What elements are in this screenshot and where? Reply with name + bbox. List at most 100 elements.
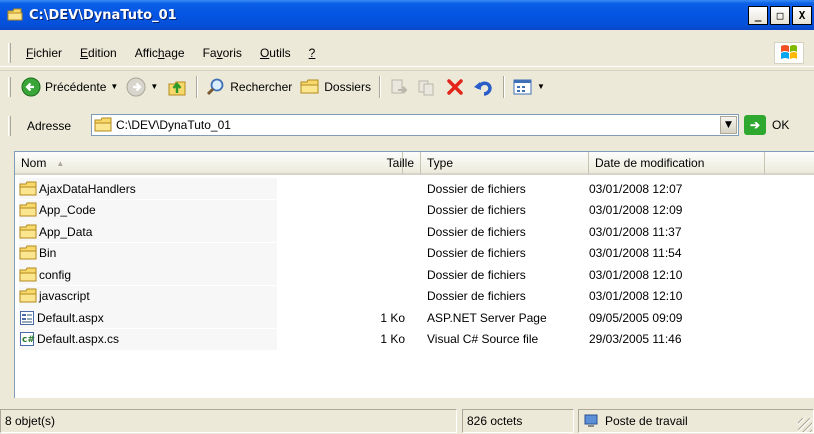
- column-date[interactable]: Date de modification: [589, 152, 765, 174]
- search-label: Rechercher: [230, 79, 293, 94]
- table-row[interactable]: config Dossier de fichiers 03/01/2008 12:1…: [15, 264, 814, 285]
- folders-icon: [300, 79, 319, 93]
- file-name: AjaxDataHandlers: [39, 181, 136, 196]
- menu-affichage[interactable]: Affichage: [126, 46, 194, 60]
- menu-help[interactable]: ?: [300, 46, 325, 60]
- undo-icon: [473, 81, 492, 96]
- copy-to-icon: [418, 80, 434, 95]
- column-size[interactable]: Taille: [353, 152, 421, 174]
- column-type[interactable]: Type: [421, 152, 589, 174]
- table-row[interactable]: AjaxDataHandlers Dossier de fichiers 03/01…: [15, 178, 814, 199]
- file-name-cell[interactable]: App_Code: [19, 199, 277, 221]
- maximize-button[interactable]: □: [770, 6, 790, 25]
- file-name-cell[interactable]: Bin: [19, 242, 277, 264]
- delete-button[interactable]: [441, 74, 469, 100]
- file-size: [277, 243, 411, 264]
- up-folder-button[interactable]: [162, 74, 192, 100]
- file-size: 1 Ko: [380, 332, 405, 346]
- folders-button[interactable]: Dossiers: [296, 74, 375, 100]
- address-value: C:\DEV\DynaTuto_01: [116, 118, 231, 132]
- move-to-button[interactable]: [385, 74, 413, 100]
- search-icon: [207, 78, 224, 95]
- menu-outils[interactable]: Outils: [251, 46, 300, 60]
- file-date: 09/05/2005 09:09: [589, 310, 683, 325]
- menu-favoris[interactable]: Favoris: [194, 46, 251, 60]
- table-row[interactable]: javascript Dossier de fichiers 03/01/2008 …: [15, 285, 814, 307]
- folder-icon: [19, 245, 37, 261]
- forward-dropdown-icon[interactable]: ▼: [150, 82, 158, 91]
- address-input[interactable]: C:\DEV\DynaTuto_01 ▼: [91, 114, 739, 136]
- views-dropdown-icon[interactable]: ▼: [537, 82, 545, 91]
- file-name-cell[interactable]: AjaxDataHandlers: [19, 178, 277, 199]
- folder-icon: [19, 288, 37, 304]
- file-name-cell[interactable]: c# Default.aspx.cs: [19, 328, 277, 350]
- folder-icon: [19, 181, 37, 197]
- address-grip: [8, 116, 11, 136]
- file-date: 03/01/2008 11:37: [589, 224, 682, 239]
- forward-button[interactable]: ▼: [122, 74, 162, 100]
- resize-grip[interactable]: [798, 418, 812, 432]
- back-button[interactable]: Précédente ▼: [17, 74, 122, 100]
- table-row[interactable]: App_Code Dossier de fichiers 03/01/2008 12…: [15, 199, 814, 221]
- file-size: 1 Ko: [380, 310, 405, 325]
- file-size: [277, 286, 411, 307]
- folders-label: Dossiers: [324, 79, 371, 94]
- close-button[interactable]: X: [792, 6, 812, 25]
- file-name: Default.aspx.cs: [37, 332, 120, 346]
- folder-icon: [94, 117, 112, 132]
- file-date: 03/01/2008 12:07: [589, 181, 683, 196]
- cs-file-icon: c#: [19, 331, 35, 347]
- table-row[interactable]: App_Data Dossier de fichiers 03/01/2008 11…: [15, 221, 814, 242]
- column-extra[interactable]: [765, 152, 814, 174]
- go-button[interactable]: ➔ OK: [744, 115, 789, 135]
- table-row[interactable]: c# Default.aspx.cs 1 Ko Visual C# Source fi…: [15, 328, 814, 350]
- go-arrow-icon: ➔: [744, 115, 766, 135]
- minimize-button[interactable]: _: [748, 6, 768, 25]
- search-button[interactable]: Rechercher: [202, 74, 296, 100]
- up-folder-icon: [168, 81, 186, 95]
- file-name-cell[interactable]: javascript: [19, 285, 277, 307]
- file-name: Default.aspx: [37, 310, 104, 325]
- status-bar: 8 objet(s) 826 octets Poste de travail: [0, 407, 814, 434]
- undo-button[interactable]: [469, 74, 499, 100]
- file-name-cell[interactable]: config: [19, 264, 277, 285]
- column-name-label: Nom: [21, 156, 47, 170]
- toolbar-separator: [196, 75, 199, 98]
- column-date-label: Date de modification: [595, 156, 705, 170]
- copy-to-button[interactable]: [413, 74, 441, 100]
- file-type: ASP.NET Server Page: [427, 310, 547, 325]
- aspx-file-icon: [19, 310, 35, 326]
- column-header: Nom ▲ Taille Type Date de modification: [15, 152, 814, 175]
- views-button[interactable]: ▼: [509, 74, 549, 100]
- file-type: Dossier de fichiers: [427, 289, 526, 303]
- file-date: 03/01/2008 12:10: [589, 267, 683, 282]
- sort-ascending-icon: ▲: [56, 158, 65, 168]
- file-size: [277, 221, 411, 242]
- table-row[interactable]: Bin Dossier de fichiers 03/01/2008 11:54: [15, 242, 814, 264]
- column-name[interactable]: Nom ▲: [15, 152, 403, 174]
- menu-bar: Fichier Edition Affichage Favoris Outils…: [0, 39, 814, 67]
- table-row[interactable]: Default.aspx 1 Ko ASP.NET Server Page 09/05…: [15, 307, 814, 328]
- back-dropdown-icon[interactable]: ▼: [110, 82, 118, 91]
- file-name: App_Data: [39, 224, 93, 239]
- file-name-cell[interactable]: App_Data: [19, 221, 277, 242]
- address-dropdown-button[interactable]: ▼: [720, 116, 737, 134]
- status-count: 8 objet(s): [0, 409, 457, 433]
- file-type: Dossier de fichiers: [427, 246, 526, 260]
- computer-icon: [584, 414, 598, 427]
- folder-icon: [19, 267, 37, 283]
- delete-icon: [447, 78, 463, 95]
- folder-icon: [19, 202, 37, 218]
- column-type-label: Type: [427, 156, 454, 170]
- column-size-label: Taille: [386, 156, 414, 170]
- file-list[interactable]: Nom ▲ Taille Type Date de modification A…: [14, 151, 814, 398]
- title-bar[interactable]: C:\DEV\DynaTuto_01 _ □ X: [0, 0, 814, 30]
- menu-fichier[interactable]: Fichier: [17, 46, 71, 60]
- file-date: 03/01/2008 12:09: [589, 203, 683, 217]
- file-type: Dossier de fichiers: [427, 224, 526, 239]
- file-name: javascript: [39, 289, 90, 303]
- file-name: App_Code: [39, 203, 96, 217]
- file-name-cell[interactable]: Default.aspx: [19, 307, 277, 328]
- menu-grip: [8, 42, 11, 63]
- menu-edition[interactable]: Edition: [71, 46, 126, 60]
